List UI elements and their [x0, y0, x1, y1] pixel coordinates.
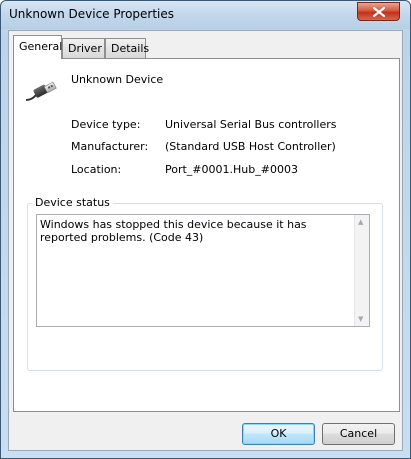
close-icon [373, 7, 385, 17]
manufacturer-label: Manufacturer: [71, 140, 149, 153]
device-status-legend: Device status [32, 196, 113, 209]
device-type-value: Universal Serial Bus controllers [165, 118, 337, 131]
tab-driver-label: Driver [68, 42, 102, 55]
tab-general[interactable]: General [13, 35, 62, 59]
tab-details[interactable]: Details [105, 38, 150, 58]
scroll-up-icon[interactable]: ▲ [358, 218, 363, 226]
manufacturer-value: (Standard USB Host Controller) [165, 140, 336, 153]
tab-details-label: Details [111, 42, 150, 55]
ok-button[interactable]: OK [242, 423, 315, 445]
title-bar[interactable]: Unknown Device Properties [1, 1, 410, 29]
ok-button-label: OK [270, 427, 287, 440]
location-value: Port_#0001.Hub_#0003 [165, 163, 298, 176]
tab-driver[interactable]: Driver [62, 38, 105, 58]
device-status-textbox[interactable]: Windows has stopped this device because … [36, 214, 370, 327]
close-button[interactable] [357, 2, 400, 21]
device-status-text: Windows has stopped this device because … [40, 218, 307, 244]
location-label: Location: [71, 163, 122, 176]
usb-plug-icon [26, 81, 57, 101]
cancel-button-label: Cancel [339, 427, 378, 440]
tab-general-label: General [19, 40, 63, 53]
scroll-down-icon[interactable]: ▼ [358, 315, 363, 323]
device-type-label: Device type: [71, 118, 141, 131]
window-title: Unknown Device Properties [9, 7, 175, 21]
cancel-button[interactable]: Cancel [322, 423, 395, 445]
device-name: Unknown Device [71, 73, 164, 86]
status-scrollbar[interactable]: ▲ ▼ [354, 215, 369, 326]
